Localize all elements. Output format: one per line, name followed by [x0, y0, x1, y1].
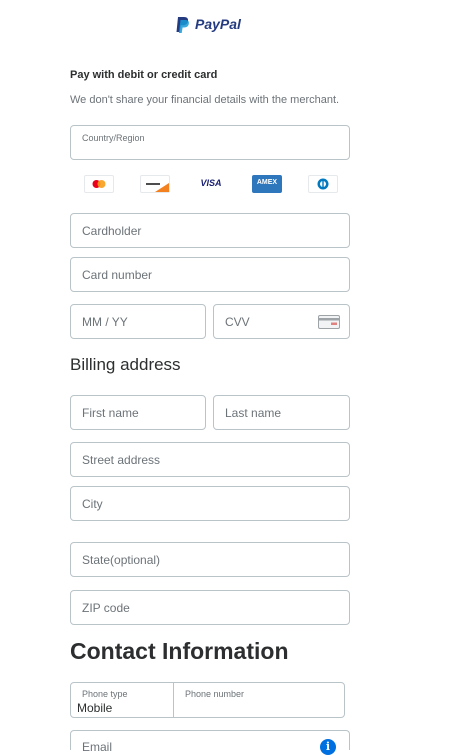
billing-address-heading: Billing address: [70, 355, 181, 374]
cvv-placeholder: CVV: [225, 314, 250, 329]
visa-icon: VISA: [196, 175, 226, 193]
diners-club-icon: [308, 175, 338, 193]
mastercard-icon: [84, 175, 114, 193]
phone-number-label: Phone number: [185, 689, 245, 699]
cardholder-input[interactable]: Cardholder: [70, 213, 350, 248]
paypal-logo: PayPal: [176, 15, 256, 35]
state-placeholder: State(optional): [82, 552, 161, 567]
info-icon[interactable]: i: [320, 739, 336, 755]
phone-type-select[interactable]: Phone type Mobile: [70, 682, 174, 718]
last-name-placeholder: Last name: [225, 405, 282, 420]
first-name-placeholder: First name: [82, 405, 139, 420]
phone-type-label: Phone type: [82, 689, 128, 699]
form-subtitle: We don't share your financial details wi…: [70, 94, 340, 106]
first-name-input[interactable]: First name: [70, 395, 206, 430]
amex-icon: AMEX: [252, 175, 282, 193]
contact-information-heading: Contact Information: [70, 638, 289, 664]
card-number-input[interactable]: Card number: [70, 257, 350, 292]
expiry-placeholder: MM / YY: [82, 314, 128, 329]
card-number-placeholder: Card number: [82, 267, 153, 282]
visa-text: VISA: [200, 178, 222, 188]
city-placeholder: City: [82, 496, 103, 511]
email-placeholder: Email: [82, 740, 113, 754]
form-title: Pay with debit or credit card: [70, 69, 218, 81]
paypal-wordmark: PayPal: [195, 16, 241, 32]
last-name-input[interactable]: Last name: [213, 395, 350, 430]
cvv-card-icon: [318, 315, 340, 329]
city-input[interactable]: City: [70, 486, 350, 521]
phone-number-input[interactable]: Phone number: [173, 682, 345, 718]
street-address-placeholder: Street address: [82, 452, 161, 467]
expiry-input[interactable]: MM / YY: [70, 304, 206, 339]
country-region-select[interactable]: Country/Region: [70, 125, 350, 160]
zip-code-placeholder: ZIP code: [82, 600, 130, 615]
cvv-input[interactable]: CVV: [213, 304, 350, 339]
zip-code-input[interactable]: ZIP code: [70, 590, 350, 625]
card-brands-row: VISA AMEX: [84, 174, 344, 194]
amex-text: AMEX: [256, 179, 278, 186]
paypal-p-icon: [176, 17, 189, 33]
street-address-input[interactable]: Street address: [70, 442, 350, 477]
state-input[interactable]: State(optional): [70, 542, 350, 577]
cardholder-placeholder: Cardholder: [82, 223, 142, 238]
discover-icon: [140, 175, 170, 193]
country-region-label: Country/Region: [82, 133, 145, 143]
phone-type-value: Mobile: [77, 701, 113, 715]
email-input[interactable]: Email i: [70, 730, 350, 755]
